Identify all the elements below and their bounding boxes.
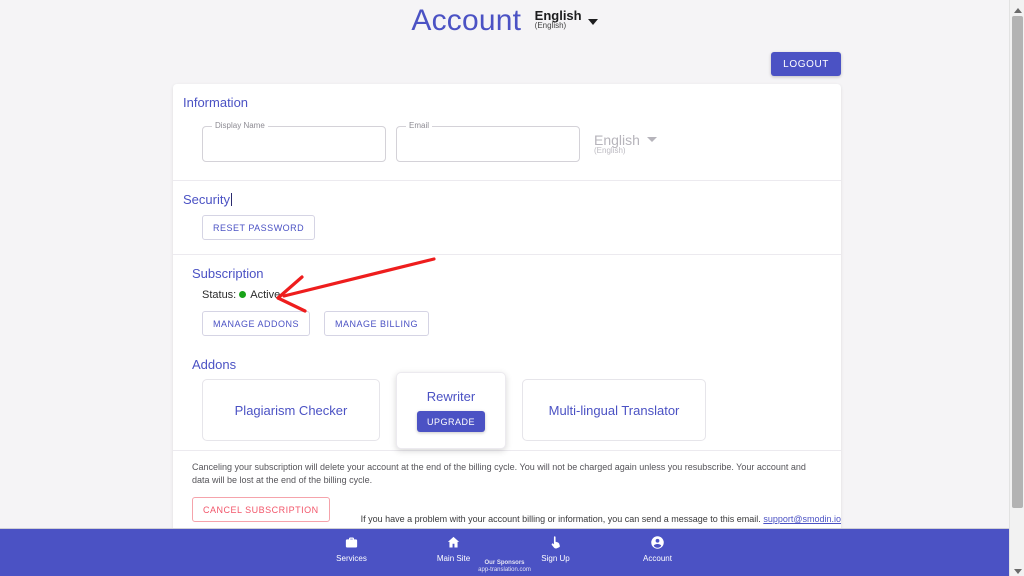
subscription-title: Subscription <box>192 266 264 281</box>
email-label: Email <box>406 121 433 130</box>
text-cursor <box>230 193 232 206</box>
briefcase-icon <box>301 535 403 552</box>
subscription-section: Subscription Status: Active MANAGE ADDONS… <box>173 255 841 450</box>
addon-name: Plagiarism Checker <box>234 402 348 418</box>
addon-card-multi-lingual-translator[interactable]: Multi-lingual Translator <box>522 379 706 441</box>
information-section: Information Display Name Email English (… <box>173 84 841 180</box>
sponsor-note: Our Sponsors app-translation.com <box>0 560 1009 574</box>
manage-addons-button[interactable]: MANAGE ADDONS <box>202 311 311 336</box>
support-text: If you have a problem with your account … <box>360 514 761 524</box>
reset-password-button[interactable]: RESET PASSWORD <box>202 215 316 240</box>
page-title-row: Account English (English) <box>0 4 1009 38</box>
information-body: Display Name Email English (English) <box>183 110 831 180</box>
chevron-down-icon[interactable] <box>646 137 657 142</box>
display-name-field[interactable]: Display Name <box>202 121 386 162</box>
bottom-navigation: Services Main Site Sign Up Account Our S… <box>0 528 1009 576</box>
nav-item-services[interactable]: Services <box>301 529 403 564</box>
addon-card-rewriter[interactable]: Rewriter UPGRADE <box>396 371 506 449</box>
account-circle-icon <box>607 535 709 552</box>
scrollbar-thumb[interactable] <box>1012 16 1023 508</box>
addon-card-plagiarism-checker[interactable]: Plagiarism Checker <box>202 379 380 441</box>
page-title: Account <box>411 4 522 37</box>
addon-name: Multi-lingual Translator <box>548 402 680 418</box>
addons-title: Addons <box>192 357 237 372</box>
vertical-scrollbar[interactable] <box>1009 0 1024 576</box>
information-title: Information <box>183 95 249 110</box>
addon-name: Rewriter <box>426 388 476 404</box>
subscription-buttons: MANAGE ADDONS MANAGE BILLING <box>202 311 831 336</box>
email-input[interactable] <box>405 133 571 155</box>
home-icon <box>403 535 505 552</box>
scroll-down-arrow-icon[interactable] <box>1010 561 1024 576</box>
nav-item-sign-up[interactable]: Sign Up <box>505 529 607 564</box>
chevron-down-icon[interactable] <box>587 19 598 25</box>
display-name-input[interactable] <box>211 133 377 155</box>
cancel-subscription-section: Canceling your subscription will delete … <box>173 451 841 538</box>
information-language-select[interactable]: English (English) <box>594 132 657 155</box>
security-body: RESET PASSWORD <box>183 207 831 254</box>
nav-item-main-site[interactable]: Main Site <box>403 529 505 564</box>
security-section: Security RESET PASSWORD <box>173 181 841 254</box>
information-language-name: English <box>594 132 640 148</box>
page-scroll-area: Account English (English) LOGOUT Informa… <box>0 0 1009 576</box>
email-field[interactable]: Email <box>396 121 580 162</box>
scroll-up-arrow-icon[interactable] <box>1010 0 1024 15</box>
account-card: Information Display Name Email English (… <box>173 84 841 538</box>
screen: Account English (English) LOGOUT Informa… <box>0 0 1024 576</box>
addons-row: Plagiarism Checker Rewriter UPGRADE Mult… <box>183 371 831 450</box>
header-language-selector[interactable]: English (English) <box>535 9 582 30</box>
support-email-link[interactable]: support@smodin.io <box>763 514 841 524</box>
information-language-native: (English) <box>594 146 626 155</box>
manage-billing-button[interactable]: MANAGE BILLING <box>324 311 430 336</box>
sponsor-title: Our Sponsors <box>484 560 525 566</box>
security-title-text: Security <box>183 192 230 207</box>
support-line: If you have a problem with your account … <box>173 514 841 524</box>
header-language-name: English <box>534 7 582 23</box>
upgrade-button[interactable]: UPGRADE <box>416 410 485 432</box>
subscription-body: Status: Active MANAGE ADDONS MANAGE BILLI… <box>183 289 831 346</box>
status-dot-icon <box>239 291 247 298</box>
touch-icon <box>505 535 607 552</box>
security-title: Security <box>183 181 831 207</box>
logout-button[interactable]: LOGOUT <box>771 52 841 76</box>
status-label: Status: <box>202 289 237 301</box>
sponsor-name: app-translation.com <box>478 567 531 573</box>
status-value: Active <box>250 289 281 301</box>
subscription-status: Status: Active <box>202 289 831 301</box>
display-name-label: Display Name <box>212 121 268 130</box>
cancel-notice: Canceling your subscription will delete … <box>192 462 806 485</box>
nav-item-account[interactable]: Account <box>607 529 709 564</box>
